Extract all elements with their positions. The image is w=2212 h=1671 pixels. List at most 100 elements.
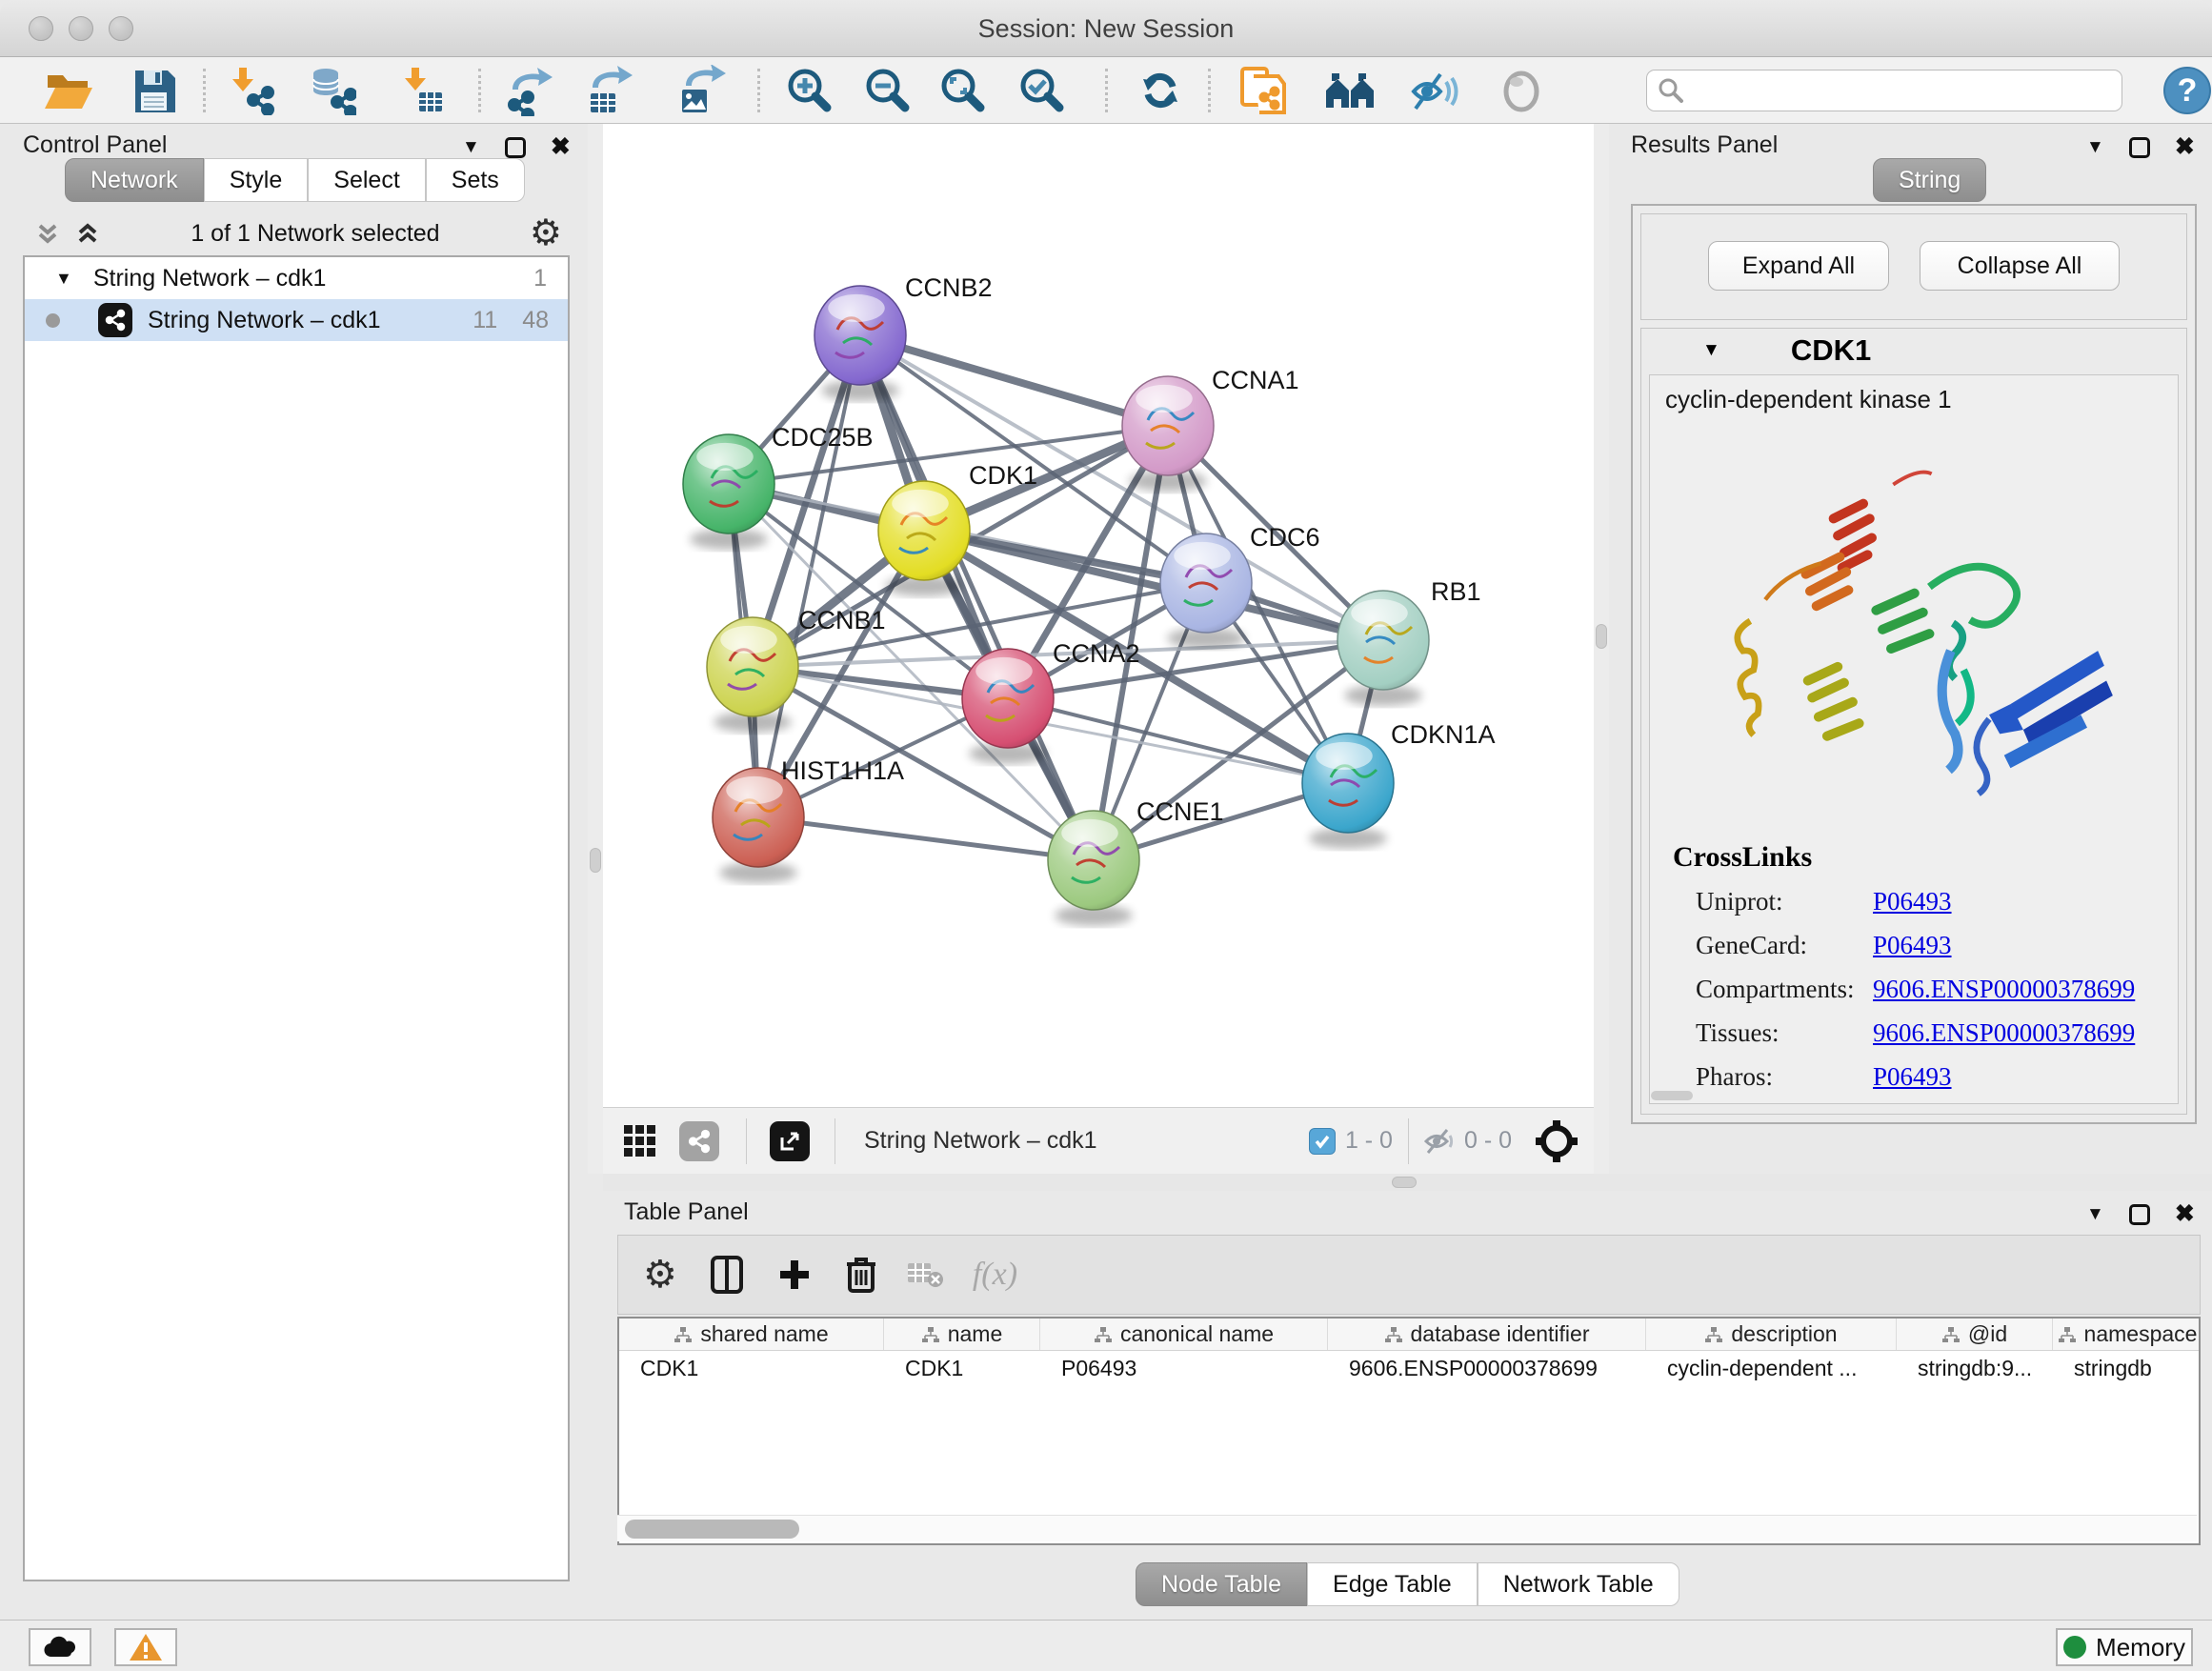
crosslinks-list: Uniprot:P06493GeneCard:P06493Compartment… [1696, 879, 2178, 1098]
panel-collapse-icon[interactable]: ▼ [2086, 1205, 2104, 1223]
export-table-icon[interactable] [583, 65, 636, 116]
table-panel: Table Panel ▼ ✖ ⚙ f(x) shared namenameca… [603, 1191, 2212, 1620]
collapse-all-networks-icon[interactable] [74, 220, 101, 247]
column-header-namespace[interactable]: namespace [2053, 1319, 2201, 1350]
table-row[interactable]: CDK1CDK1P064939606.ENSP00000378699cyclin… [619, 1351, 2199, 1385]
hide-unhide-icon[interactable] [1408, 65, 1461, 116]
column-header-database-identifier[interactable]: database identifier [1328, 1319, 1646, 1350]
splitter-handle[interactable] [1596, 624, 1607, 649]
column-header-label: @id [1968, 1321, 2007, 1347]
node-CCNB2[interactable]: CCNB2 [814, 273, 993, 401]
zoom-in-icon[interactable] [785, 65, 835, 116]
export-network-icon[interactable] [503, 65, 556, 116]
column-header-description[interactable]: description [1646, 1319, 1897, 1350]
panel-float-icon[interactable] [505, 137, 526, 158]
crosslink-link[interactable]: 9606.ENSP00000378699 [1873, 975, 2135, 1004]
table-options-gear-icon[interactable]: ⚙ [643, 1256, 677, 1294]
crosslink-link[interactable]: P06493 [1873, 931, 1952, 960]
crosslink-link[interactable]: P06493 [1873, 887, 1952, 916]
network-edge[interactable] [758, 335, 860, 817]
protein-section-header[interactable]: ▼ CDK1 [1641, 329, 2186, 372]
network-options-gear-icon[interactable]: ⚙ [530, 215, 562, 252]
panel-float-icon[interactable] [2129, 137, 2150, 158]
tab-network[interactable]: Network [65, 158, 204, 202]
tab-sets[interactable]: Sets [426, 158, 525, 202]
add-column-icon[interactable] [776, 1257, 813, 1293]
column-type-icon [921, 1326, 940, 1343]
right-splitter[interactable] [1594, 124, 1609, 1174]
show-columns-icon[interactable] [710, 1255, 744, 1295]
tab-string[interactable]: String [1873, 158, 1986, 202]
panel-close-icon[interactable]: ✖ [2175, 1202, 2195, 1226]
delete-column-icon[interactable] [845, 1255, 877, 1295]
graphics-details-icon[interactable] [1498, 65, 1545, 116]
node-label: CCNE1 [1136, 797, 1224, 826]
column-header-name[interactable]: name [884, 1319, 1040, 1350]
export-image-icon[interactable] [674, 65, 728, 116]
search-box[interactable] [1646, 70, 2122, 111]
crosslink-link[interactable]: 9606.ENSP00000378699 [1873, 1018, 2135, 1048]
zoom-selected-icon[interactable] [1017, 65, 1067, 116]
tab-node-table[interactable]: Node Table [1136, 1562, 1307, 1606]
left-splitter[interactable] [588, 124, 603, 1174]
expand-all-networks-icon[interactable] [34, 220, 61, 247]
table-hscrollbar[interactable] [617, 1515, 2197, 1541]
splitter-handle[interactable] [590, 848, 601, 873]
node-CCNA1[interactable]: CCNA1 [1122, 366, 1299, 492]
memory-button[interactable]: Memory [2056, 1628, 2193, 1666]
selected-checkbox[interactable] [1309, 1128, 1336, 1155]
collapse-all-button[interactable]: Collapse All [1920, 241, 2120, 291]
node-CDC25B[interactable]: CDC25B [683, 423, 874, 550]
network-edge[interactable] [860, 335, 1168, 426]
node-CCNB1[interactable]: CCNB1 [707, 606, 886, 733]
node-CCNE1[interactable]: CCNE1 [1048, 797, 1224, 926]
node-RB1[interactable]: RB1 [1337, 577, 1481, 706]
network-canvas[interactable]: CCNB2CCNA1CDC25BCDK1CDC6RB1CCNB1CCNA2CDK… [603, 124, 1594, 1107]
crosslink-link[interactable]: P06493 [1873, 1062, 1952, 1092]
node-label: CCNA1 [1212, 366, 1299, 394]
string-home-icon[interactable] [1324, 65, 1377, 116]
import-network-icon[interactable] [226, 65, 275, 116]
node-HIST1H1A[interactable]: HIST1H1A [713, 756, 904, 883]
network-collection-row[interactable]: ▼ String Network – cdk1 1 [25, 257, 568, 299]
column-header-shared-name[interactable]: shared name [619, 1319, 884, 1350]
network-row[interactable]: String Network – cdk1 11 48 [25, 299, 568, 341]
fit-selection-target-icon[interactable] [1535, 1119, 1579, 1163]
cloud-button[interactable] [29, 1628, 91, 1666]
save-session-icon[interactable] [131, 65, 177, 116]
zoom-fit-icon[interactable] [938, 65, 988, 116]
column-header-label: shared name [700, 1321, 828, 1347]
node-CDKN1A[interactable]: CDKN1A [1302, 720, 1496, 849]
import-network-from-database-icon[interactable] [307, 65, 356, 116]
horizontal-splitter[interactable] [603, 1174, 2212, 1191]
tab-select[interactable]: Select [308, 158, 425, 202]
string-style-icon[interactable] [679, 1121, 719, 1161]
panel-close-icon[interactable]: ✖ [551, 135, 571, 159]
help-icon[interactable]: ? [2162, 65, 2212, 116]
table-hscroll-thumb[interactable] [625, 1520, 799, 1539]
column-header-canonical-name[interactable]: canonical name [1040, 1319, 1328, 1350]
refresh-icon[interactable] [1136, 65, 1185, 116]
tab-style[interactable]: Style [204, 158, 309, 202]
search-input[interactable] [1685, 77, 2104, 104]
tab-network-table[interactable]: Network Table [1478, 1562, 1679, 1606]
splitter-handle[interactable] [1392, 1177, 1417, 1188]
panel-close-icon[interactable]: ✖ [2175, 135, 2195, 159]
open-session-icon[interactable] [43, 65, 94, 116]
panel-collapse-icon[interactable]: ▼ [2086, 138, 2104, 156]
open-in-window-icon[interactable] [770, 1121, 810, 1161]
results-hscroll-thumb[interactable] [1651, 1091, 1693, 1100]
section-collapse-icon[interactable]: ▼ [1702, 340, 1720, 361]
warning-button[interactable] [114, 1628, 177, 1666]
column-header-@id[interactable]: @id [1897, 1319, 2053, 1350]
zoom-out-icon[interactable] [863, 65, 913, 116]
expand-all-button[interactable]: Expand All [1708, 241, 1889, 291]
import-table-icon[interactable] [396, 65, 446, 116]
panel-float-icon[interactable] [2129, 1204, 2150, 1225]
tab-edge-table[interactable]: Edge Table [1307, 1562, 1478, 1606]
share-document-icon[interactable] [1238, 65, 1288, 116]
tree-expand-icon[interactable]: ▼ [55, 269, 72, 289]
panel-collapse-icon[interactable]: ▼ [462, 138, 480, 156]
network-edge[interactable] [758, 817, 1094, 860]
birds-eye-view-icon[interactable] [622, 1123, 658, 1159]
